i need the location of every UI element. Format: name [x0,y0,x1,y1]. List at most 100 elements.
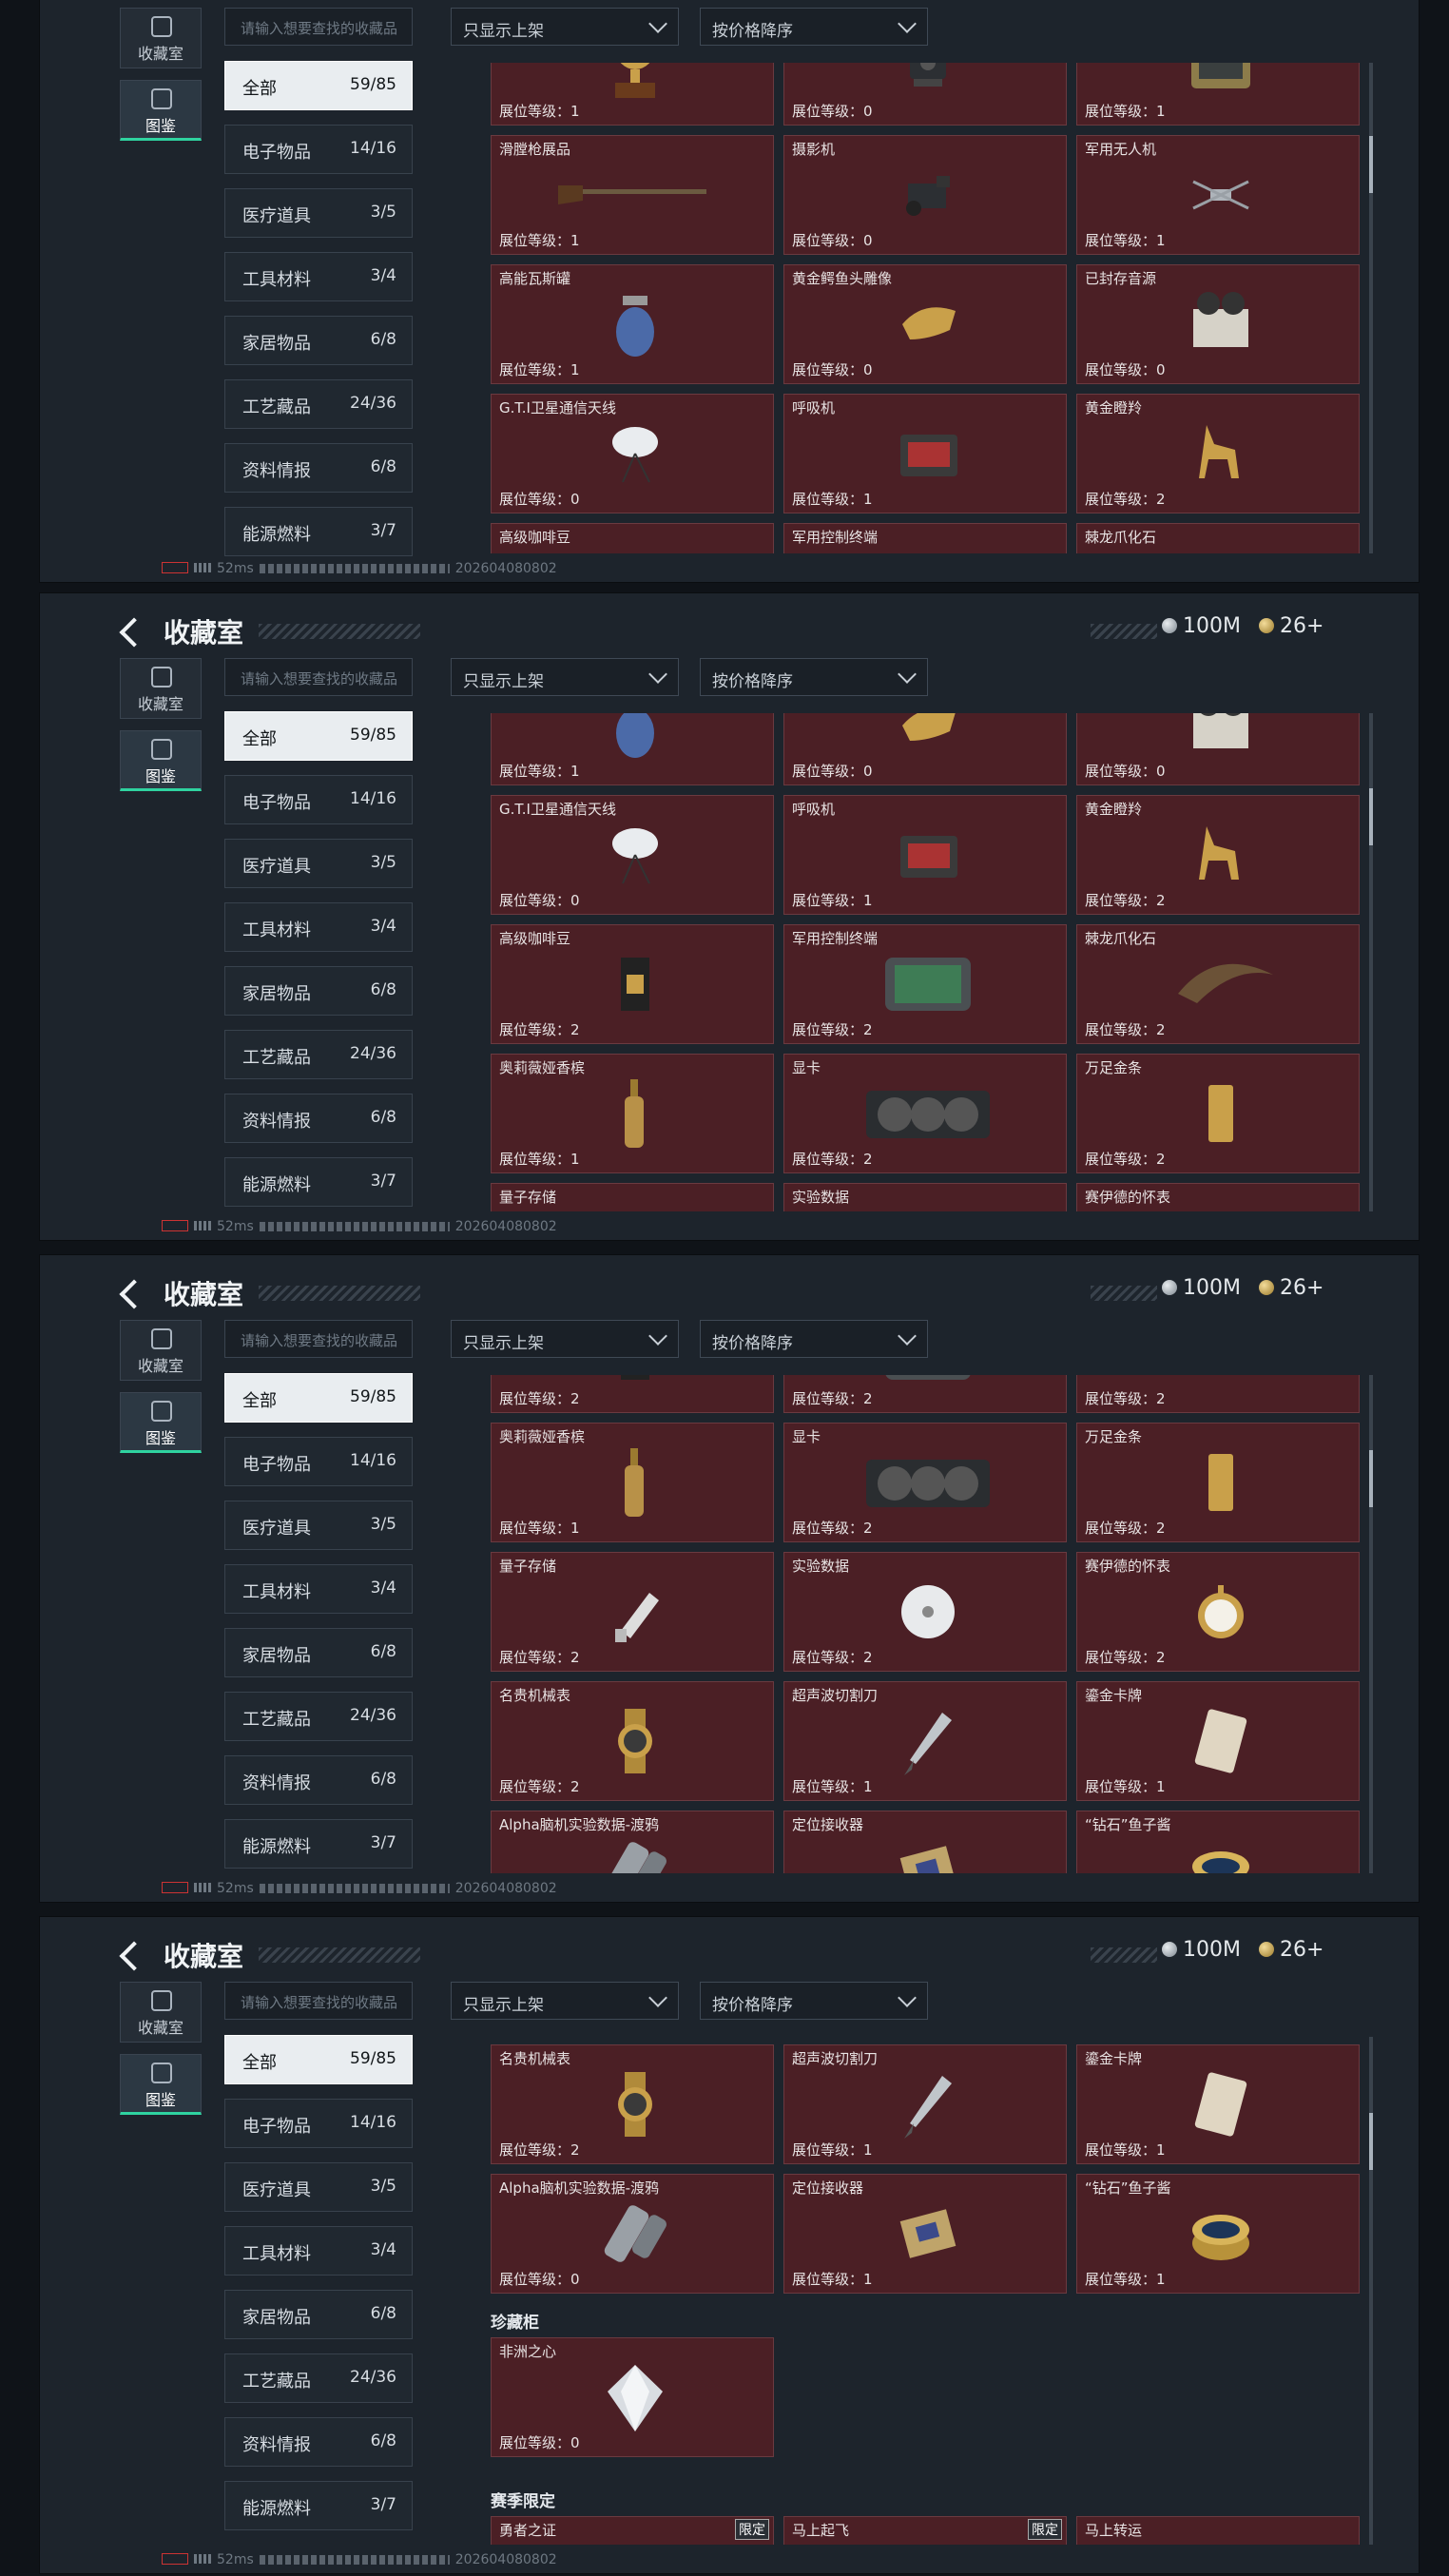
collection-card[interactable]: 量子存储展位等级：2 [491,1183,774,1211]
collection-card[interactable]: “钻石”鱼子酱展位等级：1 [1076,1811,1360,1873]
collection-card[interactable]: 万足金条 展位等级：2 [1076,1423,1360,1542]
category-6[interactable]: 资料情报 6/8 [224,1755,413,1805]
category-7[interactable]: 能源燃料 3/7 [224,507,413,556]
category-7[interactable]: 能源燃料 3/7 [224,1157,413,1207]
collection-card[interactable]: 超声波切割刀 展位等级：1 [783,1681,1067,1801]
collection-card[interactable]: 军用控制终端展位等级：2 [783,1375,1067,1413]
collection-card[interactable]: “钻石”鱼子酱展位等级：1 [1076,2174,1360,2294]
category-6[interactable]: 资料情报 6/8 [224,2417,413,2467]
collection-tab[interactable]: 收藏室 [120,1320,202,1381]
collection-card[interactable]: 实验数据展位等级：2 [783,1183,1067,1211]
category-0[interactable]: 全部 59/85 [224,711,413,761]
search-input[interactable]: 请输入想要查找的收藏品 [224,8,413,46]
collection-card[interactable]: 雷斯的留声机展位等级：1 [491,63,774,126]
collection-card[interactable]: 高级咖啡豆展位等级：2 [491,924,774,1044]
collection-card[interactable]: 高能瓦斯罐展位等级：1 [491,713,774,785]
collection-card[interactable]: 已封存音源展位等级：0 [1076,713,1360,785]
search-input[interactable]: 请输入想要查找的收藏品 [224,1320,413,1358]
category-3[interactable]: 工具材料 3/4 [224,902,413,952]
collection-card[interactable]: 军用控制终端展位等级：2 [783,924,1067,1044]
collection-card[interactable]: 棘龙爪化石展位等级：2 [1076,924,1360,1044]
codex-tab[interactable]: 图鉴 [120,1392,202,1453]
category-3[interactable]: 工具材料 3/4 [224,252,413,301]
collection-card[interactable]: 军用无人机 展位等级：1 [1076,135,1360,255]
search-input[interactable]: 请输入想要查找的收藏品 [224,1982,413,2020]
collection-card[interactable]: 棘龙爪化石展位等级：2 [1076,1375,1360,1413]
collection-card[interactable]: 奥莉薇娅香槟 展位等级：1 [491,1423,774,1542]
collection-card[interactable]: 军用控制终端展位等级：2 [783,523,1067,553]
collection-card[interactable]: 非洲之心 展位等级：0 [491,2337,774,2457]
collection-tab[interactable]: 收藏室 [120,658,202,719]
collection-card[interactable]: 马上起飞 限定 [783,2516,1067,2545]
collection-card[interactable]: 高级咖啡豆展位等级：2 [491,523,774,553]
collection-card[interactable]: 显卡 展位等级：2 [783,1054,1067,1173]
category-7[interactable]: 能源燃料 3/7 [224,1819,413,1869]
collection-card[interactable]: 马上转运 [1076,2516,1360,2545]
collection-card[interactable]: 鎏金卡牌 展位等级：1 [1076,1681,1360,1801]
collection-card[interactable]: 勇者之证 限定 [491,2516,774,2545]
category-5[interactable]: 工艺藏品 24/36 [224,379,413,429]
collection-card[interactable]: 量子存储展位等级：2 [491,1552,774,1672]
category-1[interactable]: 电子物品 14/16 [224,125,413,174]
search-input[interactable]: 请输入想要查找的收藏品 [224,658,413,696]
collection-tab[interactable]: 收藏室 [120,8,202,68]
category-2[interactable]: 医疗道具 3/5 [224,188,413,238]
back-icon[interactable] [119,1279,149,1309]
collection-card[interactable]: 呼吸机 展位等级：1 [783,394,1067,513]
collection-card[interactable]: 定位接收器展位等级：1 [783,1811,1067,1873]
collection-card[interactable]: 军用信息终端展位等级：1 [1076,63,1360,126]
category-5[interactable]: 工艺藏品 24/36 [224,1692,413,1741]
category-2[interactable]: 医疗道具 3/5 [224,2162,413,2212]
collection-card[interactable]: 电子脚镣展位等级：0 [783,63,1067,126]
collection-card[interactable]: 显卡 展位等级：2 [783,1423,1067,1542]
grid-scrollbar[interactable] [1369,63,1373,553]
category-1[interactable]: 电子物品 14/16 [224,775,413,824]
sort-dropdown[interactable]: 按价格降序 [700,1320,928,1358]
category-2[interactable]: 医疗道具 3/5 [224,839,413,888]
category-0[interactable]: 全部 59/85 [224,61,413,110]
category-2[interactable]: 医疗道具 3/5 [224,1501,413,1550]
grid-scrollbar[interactable] [1369,713,1373,1211]
collection-tab[interactable]: 收藏室 [120,1982,202,2043]
collection-card[interactable]: 已封存音源展位等级：0 [1076,264,1360,384]
collection-card[interactable]: 赛伊德的怀表展位等级：2 [1076,1183,1360,1211]
category-3[interactable]: 工具材料 3/4 [224,1564,413,1614]
category-4[interactable]: 家居物品 6/8 [224,316,413,365]
show-filter-dropdown[interactable]: 只显示上架 [451,658,679,696]
collection-card[interactable]: 棘龙爪化石展位等级：2 [1076,523,1360,553]
category-5[interactable]: 工艺藏品 24/36 [224,1030,413,1079]
show-filter-dropdown[interactable]: 只显示上架 [451,1320,679,1358]
category-1[interactable]: 电子物品 14/16 [224,2099,413,2148]
back-icon[interactable] [119,617,149,648]
back-icon[interactable] [119,1941,149,1971]
collection-card[interactable]: Alpha脑机实验数据-渡鸦展位等级：0 [491,1811,774,1873]
codex-tab[interactable]: 图鉴 [120,2054,202,2115]
collection-card[interactable]: 超声波切割刀 展位等级：1 [783,2044,1067,2164]
collection-card[interactable]: 定位接收器展位等级：1 [783,2174,1067,2294]
collection-card[interactable]: Alpha脑机实验数据-渡鸦展位等级：0 [491,2174,774,2294]
category-5[interactable]: 工艺藏品 24/36 [224,2353,413,2403]
codex-tab[interactable]: 图鉴 [120,730,202,791]
collection-card[interactable]: G.T.I卫星通信天线 展位等级：0 [491,394,774,513]
category-3[interactable]: 工具材料 3/4 [224,2226,413,2276]
category-4[interactable]: 家居物品 6/8 [224,1628,413,1677]
collection-card[interactable]: 高级咖啡豆展位等级：2 [491,1375,774,1413]
scroll-thumb[interactable] [1369,2113,1373,2171]
show-filter-dropdown[interactable]: 只显示上架 [451,1982,679,2020]
sort-dropdown[interactable]: 按价格降序 [700,1982,928,2020]
collection-card[interactable]: 滑膛枪展品 展位等级：1 [491,135,774,255]
scroll-thumb[interactable] [1369,787,1373,845]
collection-card[interactable]: 黄金瞪羚 展位等级：2 [1076,394,1360,513]
category-0[interactable]: 全部 59/85 [224,2035,413,2084]
category-4[interactable]: 家居物品 6/8 [224,2290,413,2339]
collection-card[interactable]: 黄金瞪羚 展位等级：2 [1076,795,1360,915]
scroll-thumb[interactable] [1369,1449,1373,1507]
category-6[interactable]: 资料情报 6/8 [224,443,413,493]
collection-card[interactable]: 高能瓦斯罐展位等级：1 [491,264,774,384]
collection-card[interactable]: 赛伊德的怀表展位等级：2 [1076,1552,1360,1672]
collection-card[interactable]: G.T.I卫星通信天线 展位等级：0 [491,795,774,915]
collection-card[interactable]: 摄影机 展位等级：0 [783,135,1067,255]
collection-card[interactable]: 鎏金卡牌 展位等级：1 [1076,2044,1360,2164]
category-0[interactable]: 全部 59/85 [224,1373,413,1423]
collection-card[interactable]: 黄金鳄鱼头雕像展位等级：0 [783,264,1067,384]
